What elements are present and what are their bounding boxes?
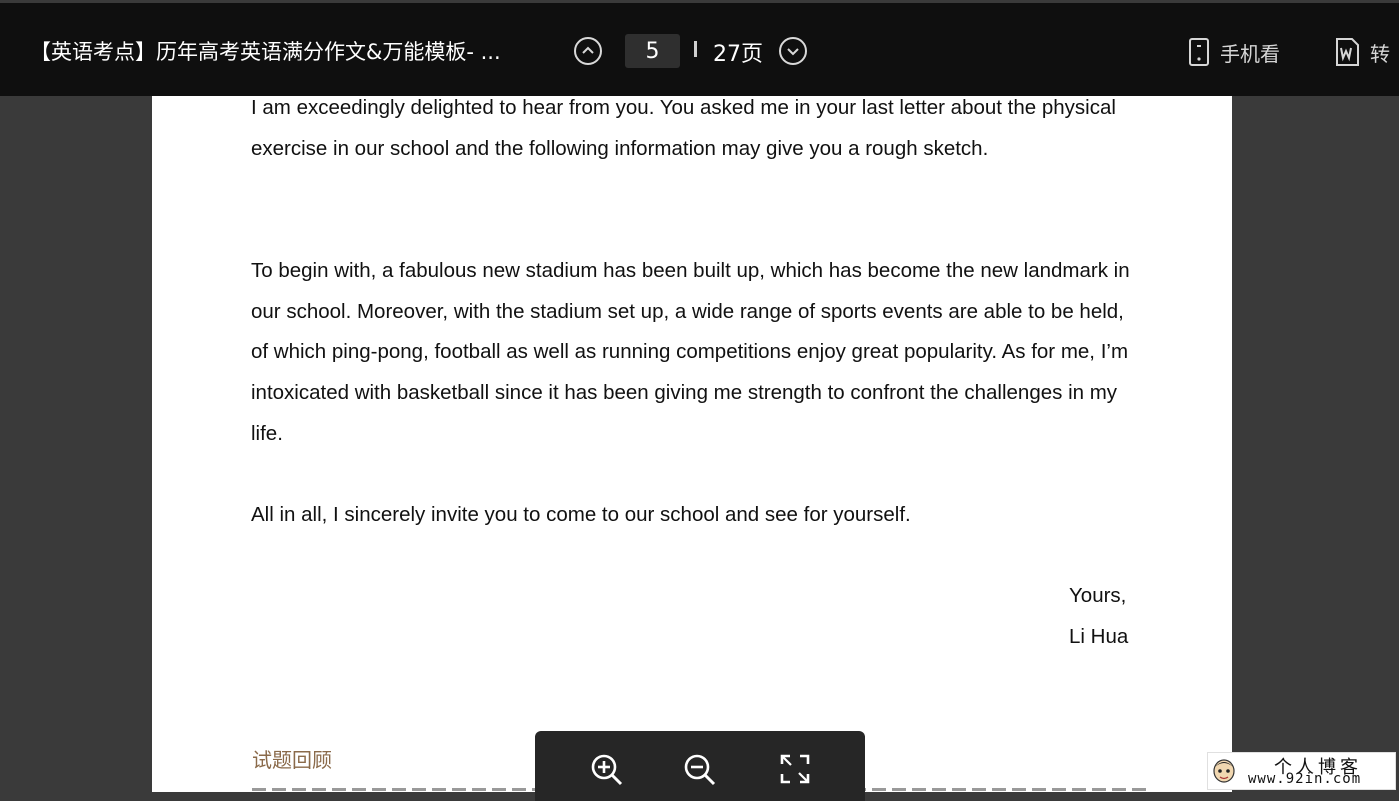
chevron-down-icon: [787, 48, 799, 56]
document-title: 【英语考点】历年高考英语满分作文&万能模板- ...: [30, 40, 501, 64]
letter-closing: Yours, Li Hua: [1069, 576, 1128, 657]
signature-text: Li Hua: [1069, 624, 1129, 648]
body-paragraph: All in all, I sincerely invite you to co…: [251, 503, 911, 526]
document-page: I am exceedingly delighted to hear from …: [152, 96, 1232, 792]
previous-page-button[interactable]: [574, 37, 602, 65]
body-paragraph: I am exceedingly delighted to hear from …: [251, 96, 1116, 160]
phone-icon: [1189, 38, 1209, 66]
chevron-up-icon: [582, 46, 594, 54]
zoom-out-button[interactable]: [683, 753, 717, 791]
section-heading: 试题回顾: [252, 748, 332, 772]
next-page-button[interactable]: [779, 37, 807, 65]
cartoon-face-icon: [1213, 759, 1235, 783]
zoom-toolbar: [535, 731, 865, 801]
word-doc-icon: [1336, 38, 1359, 66]
page-separator: [694, 41, 697, 57]
page-total: 27页: [713, 42, 763, 67]
zoom-in-button[interactable]: [590, 753, 624, 791]
closing-text: Yours,: [1069, 584, 1127, 607]
watermark-url: www.92in.com: [1248, 771, 1362, 787]
blog-watermark: 个人博客 www.92in.com: [1207, 752, 1396, 790]
mobile-view-button[interactable]: 手机看: [1188, 36, 1280, 68]
page-number-input[interactable]: [625, 34, 680, 68]
zoom-out-icon: [684, 754, 716, 786]
fullscreen-button[interactable]: [779, 753, 811, 789]
fullscreen-icon: [780, 754, 810, 784]
top-toolbar: 【英语考点】历年高考英语满分作文&万能模板- ... 27页 手机看 转: [0, 3, 1399, 96]
zoom-in-icon: [591, 754, 623, 786]
convert-word-button[interactable]: 转: [1334, 36, 1390, 68]
convert-word-label: 转: [1370, 41, 1390, 66]
mobile-view-label: 手机看: [1220, 41, 1280, 66]
body-paragraph: To begin with, a fabulous new stadium ha…: [251, 259, 1130, 445]
